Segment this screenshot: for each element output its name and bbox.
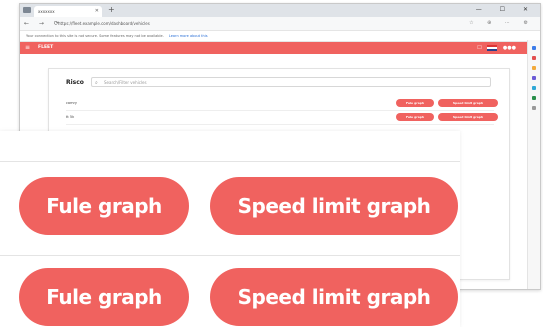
table-row: tt 5k Fule graph Speed limit graph [66, 113, 498, 125]
sidebar-settings-icon[interactable] [532, 106, 536, 110]
speed-limit-graph-button[interactable]: Speed limit graph [438, 99, 498, 107]
fuel-graph-button[interactable]: Fule graph [396, 99, 434, 107]
toolbar-icons[interactable]: ☆ ⊕ ⋯ ⚙ [469, 19, 534, 28]
sidebar-app-icon[interactable] [532, 86, 536, 90]
fuel-graph-button[interactable]: Fule graph [19, 177, 189, 235]
infobar-link[interactable]: Learn more about this [169, 34, 208, 38]
tab-strip: xxxxxxx ✕ + — ☐ ✕ [20, 4, 540, 17]
vehicle-name: tt 5k [66, 115, 75, 119]
close-tab-icon[interactable]: ✕ [95, 6, 99, 17]
url-field[interactable]: https://fleet.example.com/dashboard/vehi… [58, 19, 218, 28]
security-infobar: Your connection to this site is not secu… [20, 31, 540, 42]
notification-icon[interactable]: ☐ [477, 45, 481, 51]
header-right: ☐ ●●● [477, 44, 516, 52]
panel-title: Risco [66, 79, 84, 86]
sidebar-app-icon[interactable] [532, 66, 536, 70]
sidebar-app-icon[interactable] [532, 56, 536, 60]
sidebar-app-icon[interactable] [532, 46, 536, 50]
speed-limit-graph-button[interactable]: Speed limit graph [210, 268, 458, 326]
window-menu-icon[interactable] [23, 7, 31, 13]
tab-title: xxxxxxx [38, 9, 55, 14]
user-menu[interactable]: ●●● [503, 45, 516, 51]
table-row: camry Fule graph Speed limit graph [66, 99, 498, 111]
address-bar: ← → ⟳ https://fleet.example.com/dashboar… [20, 17, 540, 31]
infobar-text: Your connection to this site is not secu… [26, 34, 164, 38]
speed-limit-graph-button[interactable]: Speed limit graph [438, 113, 498, 121]
browser-tab[interactable]: xxxxxxx ✕ [34, 6, 102, 17]
zoom-callout: Fule graph Speed limit graph Fule graph … [0, 131, 460, 327]
row-divider [0, 161, 460, 162]
speed-limit-graph-button[interactable]: Speed limit graph [210, 177, 458, 235]
app-logo[interactable]: FLEET [38, 45, 53, 51]
vehicle-name: camry [66, 101, 77, 105]
fuel-graph-button[interactable]: Fule graph [396, 113, 434, 121]
sidebar-app-icon[interactable] [532, 76, 536, 80]
search-placeholder: Search/Filter vehicles [104, 80, 147, 85]
row-divider [0, 255, 460, 256]
new-tab-button[interactable]: + [108, 5, 115, 15]
app-header: ≡ FLEET ☐ ●●● [20, 42, 540, 54]
browser-sidebar [527, 40, 540, 289]
language-flag-icon[interactable] [487, 44, 498, 51]
fuel-graph-button[interactable]: Fule graph [19, 268, 189, 326]
menu-icon[interactable]: ≡ [25, 44, 30, 52]
search-input[interactable]: ⌕ Search/Filter vehicles [91, 77, 491, 87]
sidebar-app-icon[interactable] [532, 96, 536, 100]
window-controls[interactable]: — ☐ ✕ [476, 4, 536, 16]
search-icon: ⌕ [95, 80, 98, 86]
